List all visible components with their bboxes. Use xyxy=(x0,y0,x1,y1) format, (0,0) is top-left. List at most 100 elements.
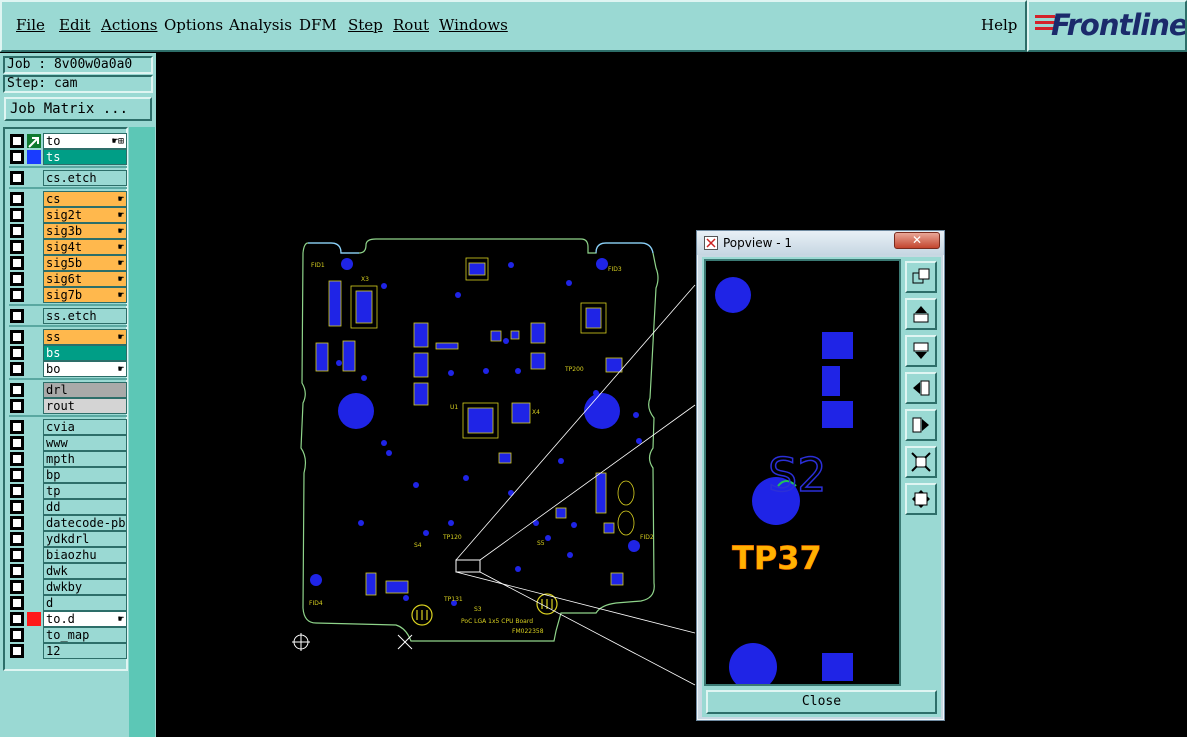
layer-checkbox[interactable] xyxy=(10,346,24,360)
layer-checkbox[interactable] xyxy=(10,468,24,482)
layer-checkbox[interactable] xyxy=(10,500,24,514)
layer-checkbox[interactable] xyxy=(10,644,24,658)
layer-row-cvia[interactable]: cvia xyxy=(9,419,127,435)
layer-checkbox[interactable] xyxy=(10,362,24,376)
layer-row-dwk[interactable]: dwk xyxy=(9,563,127,579)
layer-checkbox[interactable] xyxy=(10,309,24,323)
layer-checkbox[interactable] xyxy=(10,596,24,610)
label-s4: S4 xyxy=(414,542,422,549)
layer-row-to-map[interactable]: to_map xyxy=(9,627,127,643)
layer-checkbox[interactable] xyxy=(10,532,24,546)
menu-edit-label: Edit xyxy=(59,16,91,34)
layer-checkbox[interactable] xyxy=(10,134,24,148)
popview-close-button[interactable]: Close xyxy=(706,690,937,714)
menu-options[interactable]: Options xyxy=(164,16,223,34)
menu-step[interactable]: Step xyxy=(348,16,383,34)
layer-row-mpth[interactable]: mpth xyxy=(9,451,127,467)
layer-checkbox[interactable] xyxy=(10,208,24,222)
popview-title: Popview - 1 xyxy=(723,236,792,250)
layer-row-to[interactable]: to ☛⊞ xyxy=(9,133,127,149)
layer-row-biaozhu[interactable]: biaozhu xyxy=(9,547,127,563)
layer-row-bp[interactable]: bp xyxy=(9,467,127,483)
layer-row-12[interactable]: 12 xyxy=(9,643,127,659)
separator xyxy=(9,187,127,189)
layer-row-to-d[interactable]: to.d ☛ xyxy=(9,611,127,627)
menu-edit[interactable]: Edit xyxy=(59,16,90,34)
layer-row-bs[interactable]: bs xyxy=(9,345,127,361)
layer-row-bo[interactable]: bo ☛ xyxy=(9,361,127,377)
hand-icon: ☛⊞ xyxy=(111,136,124,147)
layer-row-ydkdrl[interactable]: ydkdrl xyxy=(9,531,127,547)
label-board-id: FM022358 xyxy=(512,628,544,635)
layer-row-datecode[interactable]: datecode-pb xyxy=(9,515,127,531)
layer-row-sig5b[interactable]: sig5b ☛ xyxy=(9,255,127,271)
layer-row-ss-etch[interactable]: ss.etch xyxy=(9,308,127,324)
layer-row-d[interactable]: d xyxy=(9,595,127,611)
label-tp120: TP120 xyxy=(442,534,462,541)
layer-row-rout[interactable]: rout xyxy=(9,398,127,414)
layer-name: mpth xyxy=(43,451,127,467)
layer-checkbox[interactable] xyxy=(10,224,24,238)
layer-checkbox[interactable] xyxy=(10,452,24,466)
separator xyxy=(9,378,127,380)
label-fid2: FID2 xyxy=(640,534,654,541)
layer-checkbox[interactable] xyxy=(10,256,24,270)
layer-checkbox[interactable] xyxy=(10,580,24,594)
layer-row-sig4t[interactable]: sig4t ☛ xyxy=(9,239,127,255)
graphics-canvas[interactable]: FID1 FID2 FID3 FID4 U1 X3 X4 S3 S4 S5 TP… xyxy=(156,53,1187,737)
layer-checkbox[interactable] xyxy=(10,150,24,164)
datum-cross-icon xyxy=(397,634,413,650)
layer-scrollbar[interactable] xyxy=(129,127,155,737)
popview-canvas[interactable]: S2 TP37 xyxy=(704,259,901,691)
pan-right-button[interactable] xyxy=(905,409,937,441)
layer-checkbox[interactable] xyxy=(10,240,24,254)
layer-checkbox[interactable] xyxy=(10,628,24,642)
layer-checkbox[interactable] xyxy=(10,548,24,562)
zoom-in-button[interactable] xyxy=(905,446,937,478)
menu-rout[interactable]: Rout xyxy=(393,16,429,34)
menu-windows[interactable]: Windows xyxy=(439,16,508,34)
layer-checkbox[interactable] xyxy=(10,612,24,626)
layer-checkbox[interactable] xyxy=(10,330,24,344)
pan-up-button[interactable] xyxy=(905,298,937,330)
layer-checkbox[interactable] xyxy=(10,272,24,286)
window-close-button[interactable]: ✕ xyxy=(894,232,940,249)
zoom-out-button[interactable] xyxy=(905,483,937,515)
layer-row-ss[interactable]: ss ☛ xyxy=(9,329,127,345)
label-board-title: PoC LGA 1x5 CPU Board xyxy=(461,618,533,625)
menu-actions[interactable]: Actions xyxy=(101,16,157,34)
zoom-window-button[interactable] xyxy=(905,261,937,293)
layer-row-tp[interactable]: tp xyxy=(9,483,127,499)
layer-row-sig7b[interactable]: sig7b ☛ xyxy=(9,287,127,303)
layer-checkbox[interactable] xyxy=(10,420,24,434)
layer-checkbox[interactable] xyxy=(10,192,24,206)
pan-left-button[interactable] xyxy=(905,372,937,404)
layer-row-www[interactable]: www xyxy=(9,435,127,451)
layer-checkbox[interactable] xyxy=(10,436,24,450)
layer-checkbox[interactable] xyxy=(10,399,24,413)
layer-checkbox[interactable] xyxy=(10,288,24,302)
layer-checkbox[interactable] xyxy=(10,383,24,397)
layer-row-ts[interactable]: ts xyxy=(9,149,127,165)
layer-name: ss.etch xyxy=(43,308,127,324)
menu-help[interactable]: Help xyxy=(981,16,1017,34)
layer-row-sig3b[interactable]: sig3b ☛ xyxy=(9,223,127,239)
popview-titlebar[interactable]: Popview - 1 ✕ xyxy=(697,231,944,255)
layer-row-sig2t[interactable]: sig2t ☛ xyxy=(9,207,127,223)
layer-checkbox[interactable] xyxy=(10,171,24,185)
layer-checkbox[interactable] xyxy=(10,484,24,498)
layer-row-drl[interactable]: drl xyxy=(9,382,127,398)
job-matrix-button[interactable]: Job Matrix ... xyxy=(4,97,152,121)
menu-dfm[interactable]: DFM xyxy=(299,16,337,34)
layer-checkbox[interactable] xyxy=(10,516,24,530)
menu-analysis[interactable]: Analysis xyxy=(229,16,292,34)
layer-row-dd[interactable]: dd xyxy=(9,499,127,515)
layer-checkbox[interactable] xyxy=(10,564,24,578)
layer-row-cs-etch[interactable]: cs.etch xyxy=(9,170,127,186)
color-swatch xyxy=(27,150,41,164)
menu-file[interactable]: File xyxy=(16,16,45,34)
layer-row-cs[interactable]: cs ☛ xyxy=(9,191,127,207)
pan-down-button[interactable] xyxy=(905,335,937,367)
layer-row-dwkby[interactable]: dwkby xyxy=(9,579,127,595)
layer-row-sig6t[interactable]: sig6t ☛ xyxy=(9,271,127,287)
